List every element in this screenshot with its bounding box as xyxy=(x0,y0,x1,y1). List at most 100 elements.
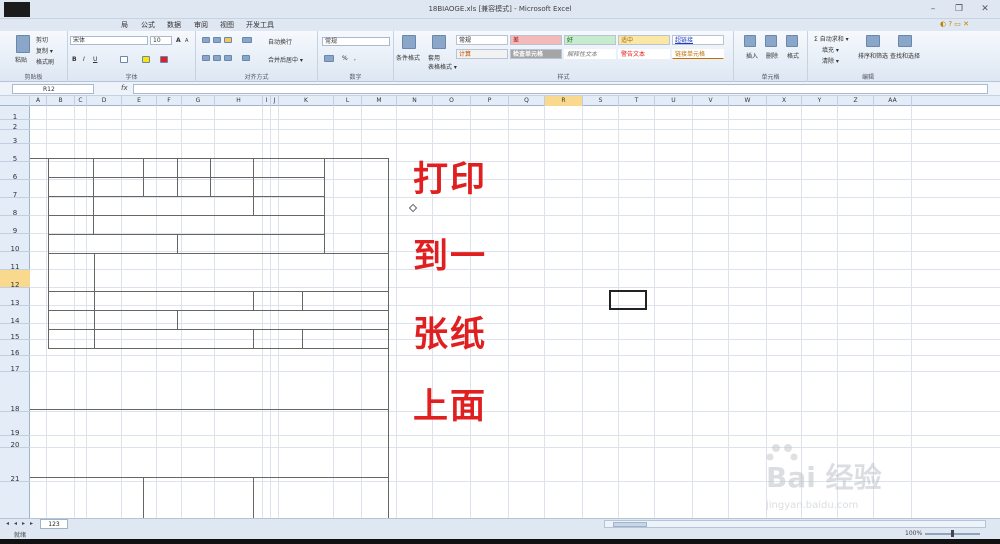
delete-button[interactable]: 删除 xyxy=(766,51,778,60)
accounting-icon[interactable] xyxy=(324,55,334,62)
conditional-format-icon[interactable] xyxy=(402,35,416,49)
column-header-a[interactable]: A xyxy=(30,96,47,106)
fx-icon[interactable]: fx xyxy=(121,84,128,92)
clear-button[interactable]: 清除 ▾ xyxy=(822,56,839,65)
row-header-9[interactable]: 9 xyxy=(0,216,30,235)
style-check-cell[interactable]: 检查单元格 xyxy=(510,49,562,59)
column-header-g[interactable]: G xyxy=(182,96,215,106)
horizontal-scrollbar[interactable] xyxy=(604,520,986,528)
column-header-u[interactable]: U xyxy=(655,96,693,106)
column-header-k[interactable]: K xyxy=(279,96,334,106)
style-warning[interactable]: 警告文本 xyxy=(618,49,670,59)
row-header-1[interactable]: 1 xyxy=(0,106,30,121)
row-header-15[interactable]: 15 xyxy=(0,324,30,341)
row-header-18[interactable]: 18 xyxy=(0,372,30,413)
column-header-e[interactable]: E xyxy=(122,96,157,106)
font-size-select[interactable]: 10 xyxy=(150,36,172,45)
column-header-t[interactable]: T xyxy=(619,96,655,106)
prev-sheet-icon[interactable]: ◂ xyxy=(14,520,20,528)
paste-button[interactable]: 粘贴 xyxy=(15,55,27,64)
fill-button[interactable]: 填充 ▾ xyxy=(822,45,839,54)
column-header-v[interactable]: V xyxy=(693,96,729,106)
grow-font-button[interactable]: A xyxy=(176,37,181,44)
delete-icon[interactable] xyxy=(765,35,777,47)
column-header-c[interactable]: C xyxy=(75,96,87,106)
row-header-13[interactable]: 13 xyxy=(0,288,30,307)
column-header-o[interactable]: O xyxy=(433,96,471,106)
format-icon[interactable] xyxy=(786,35,798,47)
insert-button[interactable]: 插入 xyxy=(746,51,758,60)
sort-filter-button[interactable]: 排序和筛选 xyxy=(858,51,888,60)
copy-button[interactable]: 复制 ▾ xyxy=(36,46,53,55)
conditional-format-button[interactable]: 条件格式 xyxy=(396,53,420,62)
row-header-7[interactable]: 7 xyxy=(0,180,30,199)
row-header-3[interactable]: 3 xyxy=(0,130,30,145)
percent-button[interactable]: % xyxy=(342,55,348,62)
align-top-icon[interactable] xyxy=(202,37,210,43)
merge-center-button[interactable]: 合并后居中 ▾ xyxy=(268,55,303,64)
format-button[interactable]: 格式 xyxy=(787,51,799,60)
bold-button[interactable]: B xyxy=(72,56,77,63)
align-center-icon[interactable] xyxy=(213,55,221,61)
comma-button[interactable]: , xyxy=(354,55,356,62)
column-header-p[interactable]: P xyxy=(471,96,509,106)
row-header-21[interactable]: 21 xyxy=(0,448,30,483)
row-header-14[interactable]: 14 xyxy=(0,306,30,325)
row-header-6[interactable]: 6 xyxy=(0,162,30,181)
column-header-b[interactable]: B xyxy=(47,96,75,106)
sort-filter-icon[interactable] xyxy=(866,35,880,47)
zoom-slider-thumb[interactable] xyxy=(951,530,954,537)
style-bad[interactable]: 差 xyxy=(510,35,562,45)
autosum-button[interactable]: Σ 自动求和 ▾ xyxy=(814,34,849,43)
fill-color-icon[interactable] xyxy=(142,56,150,63)
format-painter-button[interactable]: 格式刷 xyxy=(36,57,54,66)
align-middle-icon[interactable] xyxy=(213,37,221,43)
font-color-icon[interactable] xyxy=(160,56,168,63)
row-header-16[interactable]: 16 xyxy=(0,340,30,357)
row-header-20[interactable]: 20 xyxy=(0,436,30,449)
font-name-select[interactable]: 宋体 xyxy=(70,36,148,45)
style-neutral[interactable]: 适中 xyxy=(618,35,670,45)
scrollbar-thumb[interactable] xyxy=(613,522,647,527)
find-select-icon[interactable] xyxy=(898,35,912,47)
table-format-button[interactable]: 套用 表格格式 ▾ xyxy=(428,53,457,71)
column-header-s[interactable]: S xyxy=(583,96,619,106)
align-right-icon[interactable] xyxy=(224,55,232,61)
column-header-z[interactable]: Z xyxy=(838,96,874,106)
row-header-19[interactable]: 19 xyxy=(0,412,30,437)
column-header-f[interactable]: F xyxy=(157,96,182,106)
select-all-corner[interactable] xyxy=(0,96,30,106)
row-header-17[interactable]: 17 xyxy=(0,356,30,373)
align-bottom-icon[interactable] xyxy=(224,37,232,43)
first-sheet-icon[interactable]: ◂ xyxy=(6,520,12,528)
column-header-m[interactable]: M xyxy=(362,96,397,106)
style-explanatory[interactable]: 解释性文本 xyxy=(564,49,616,59)
column-header-d[interactable]: D xyxy=(87,96,122,106)
style-linked-cell[interactable]: 链接单元格 xyxy=(672,49,724,59)
tab-review[interactable]: 审阅 xyxy=(194,20,208,30)
sheet-tab-123[interactable]: 123 xyxy=(40,519,68,529)
table-format-icon[interactable] xyxy=(432,35,446,49)
shrink-font-button[interactable]: A xyxy=(185,38,188,44)
row-header-2[interactable]: 2 xyxy=(0,120,30,131)
orientation-icon[interactable] xyxy=(242,37,252,43)
column-header-i[interactable]: I xyxy=(263,96,271,106)
align-left-icon[interactable] xyxy=(202,55,210,61)
selected-cell[interactable] xyxy=(609,290,647,310)
next-sheet-icon[interactable]: ▸ xyxy=(22,520,28,528)
border-icon[interactable] xyxy=(120,56,128,63)
name-box[interactable]: R12 xyxy=(12,84,94,94)
style-good[interactable]: 好 xyxy=(564,35,616,45)
column-header-l[interactable]: L xyxy=(334,96,362,106)
wrap-text-button[interactable]: 自动换行 xyxy=(268,37,292,46)
column-header-j[interactable]: J xyxy=(271,96,279,106)
style-normal[interactable]: 常规 xyxy=(456,35,508,45)
insert-icon[interactable] xyxy=(744,35,756,47)
column-header-w[interactable]: W xyxy=(729,96,767,106)
minimize-button[interactable]: – xyxy=(922,2,944,16)
italic-button[interactable]: I xyxy=(83,56,85,63)
column-header-r[interactable]: R xyxy=(545,96,583,106)
column-header-aa[interactable]: AA xyxy=(874,96,912,106)
tab-layout[interactable]: 局 xyxy=(121,20,128,30)
column-header-h[interactable]: H xyxy=(215,96,263,106)
